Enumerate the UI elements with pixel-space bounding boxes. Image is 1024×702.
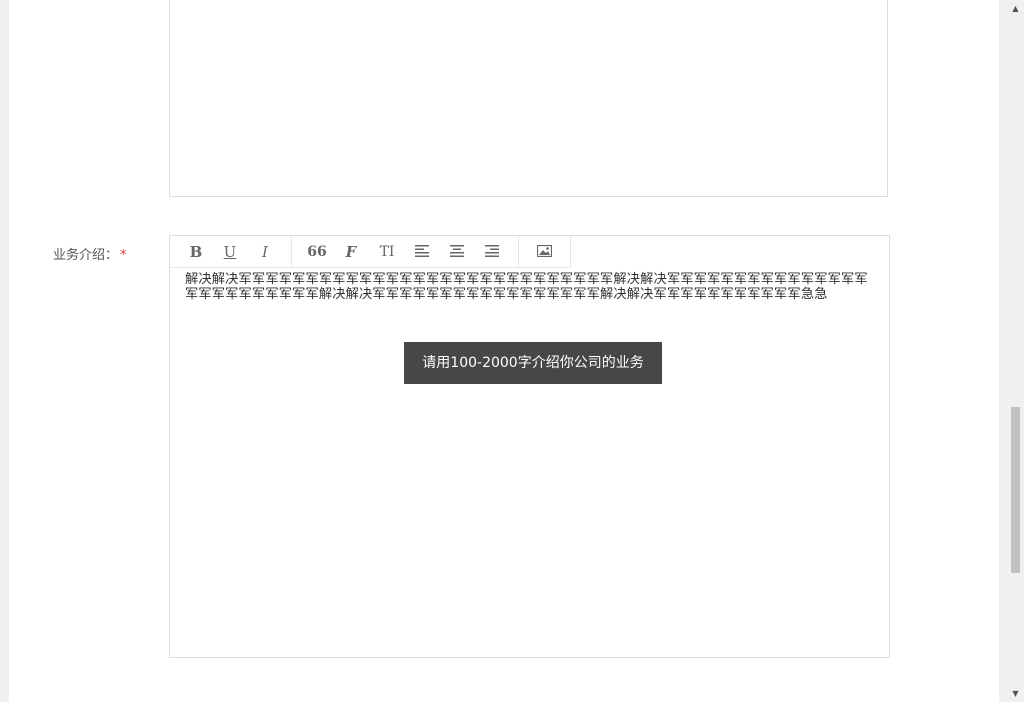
italic-button[interactable]: I	[252, 240, 278, 264]
toolbar-group-style: 66 F TI	[292, 236, 519, 267]
business-intro-editor: B U I 66 F TI 解决解决军军军军军军军军军军军军军军军军军军军军军军…	[169, 235, 890, 658]
scroll-up-arrow-icon[interactable]: ▲	[1007, 0, 1024, 17]
scroll-thumb[interactable]	[1011, 407, 1020, 573]
align-left-button[interactable]	[409, 240, 435, 264]
image-icon	[536, 245, 552, 257]
align-center-icon	[450, 245, 464, 257]
scroll-down-arrow-icon[interactable]: ▼	[1007, 685, 1024, 702]
toolbar-group-format: B U I	[170, 236, 292, 267]
previous-editor-box[interactable]	[169, 0, 888, 197]
editor-toolbar: B U I 66 F TI	[170, 236, 571, 268]
font-button[interactable]: F	[338, 240, 364, 264]
business-intro-label-text: 业务介绍：	[53, 248, 119, 263]
business-intro-label: 业务介绍： *	[53, 244, 127, 263]
underline-button[interactable]: U	[217, 240, 243, 264]
validation-toast: 请用100-2000字介绍你公司的业务	[404, 342, 662, 384]
insert-image-button[interactable]	[531, 240, 557, 264]
toolbar-group-media	[519, 236, 571, 267]
align-center-button[interactable]	[444, 240, 470, 264]
vertical-scrollbar[interactable]: ▲ ▼	[1007, 0, 1024, 702]
bold-button[interactable]: B	[183, 240, 209, 264]
page: 业务介绍： * B U I 66 F TI 解决解决军军军军军军军军军军军军军军…	[9, 0, 999, 702]
editor-content[interactable]: 解决解决军军军军军军军军军军军军军军军军军军军军军军军军军军军军解决解决军军军军…	[185, 272, 875, 302]
text-size-button[interactable]: TI	[374, 240, 400, 264]
align-right-icon	[485, 245, 499, 257]
align-right-button[interactable]	[479, 240, 505, 264]
quote-button[interactable]: 66	[304, 240, 330, 264]
required-mark: *	[120, 248, 127, 263]
align-left-icon	[415, 245, 429, 257]
